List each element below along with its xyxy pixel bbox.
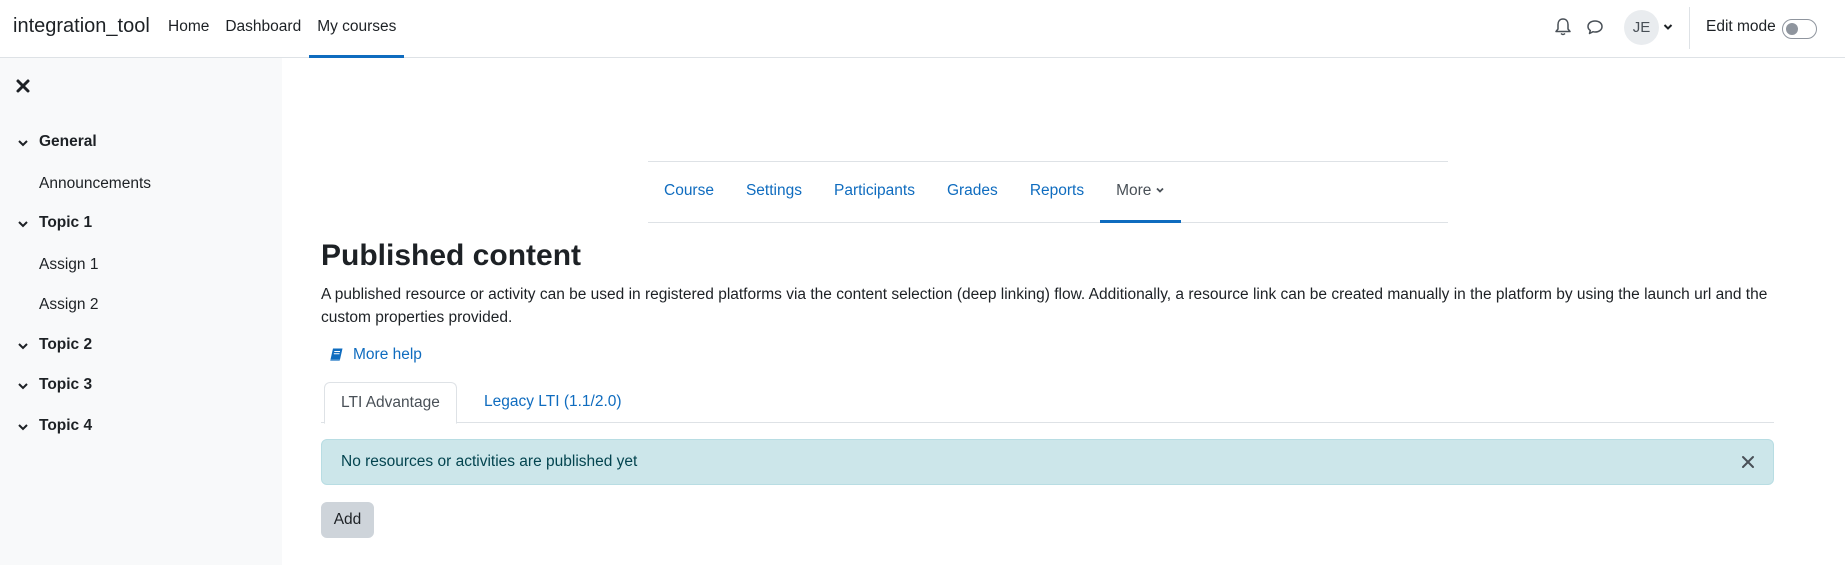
lti-version-tabs: LTI Advantage Legacy LTI (1.1/2.0): [321, 382, 1774, 424]
nav-home[interactable]: Home: [160, 0, 217, 58]
course-secondary-navigation: Course Settings Participants Grades Repo…: [648, 161, 1448, 223]
secnav-more-dropdown[interactable]: More: [1100, 162, 1182, 223]
site-name[interactable]: integration_tool: [13, 15, 150, 38]
course-section-topic-1[interactable]: Topic 1: [0, 207, 282, 241]
course-section-general[interactable]: General: [0, 126, 282, 160]
secnav-reports[interactable]: Reports: [1014, 162, 1100, 223]
course-index-drawer: General Announcements Topic 1 Assign 1 A…: [0, 58, 282, 565]
activity-link-assign-1[interactable]: Assign 1: [39, 256, 98, 274]
secnav-more-label: More: [1116, 182, 1152, 199]
course-section-topic-3[interactable]: Topic 3: [0, 369, 282, 403]
user-avatar[interactable]: JE: [1624, 10, 1659, 45]
nav-dashboard[interactable]: Dashboard: [217, 0, 309, 58]
bell-icon[interactable]: [1554, 17, 1572, 37]
chevron-down-icon[interactable]: [17, 340, 29, 352]
secnav-settings[interactable]: Settings: [730, 162, 818, 223]
tab-legacy-lti[interactable]: Legacy LTI (1.1/2.0): [468, 382, 638, 424]
page-title: Published content: [321, 239, 582, 272]
section-title[interactable]: Topic 3: [39, 376, 92, 394]
activity-link-announcements[interactable]: Announcements: [39, 175, 151, 193]
secnav-course[interactable]: Course: [648, 162, 730, 223]
toggle-knob: [1786, 23, 1798, 35]
navbar-divider: [1689, 7, 1690, 49]
nav-my-courses[interactable]: My courses: [309, 0, 405, 58]
edit-mode-toggle[interactable]: [1782, 19, 1817, 39]
alert-message: No resources or activities are published…: [341, 453, 638, 470]
close-icon[interactable]: [1741, 455, 1755, 469]
chevron-down-icon[interactable]: [17, 421, 29, 433]
chevron-down-icon: [1155, 185, 1165, 195]
more-help-label: More help: [353, 346, 422, 363]
section-title[interactable]: Topic 1: [39, 214, 92, 232]
activity-link-assign-2[interactable]: Assign 2: [39, 296, 98, 314]
close-icon[interactable]: [15, 78, 31, 94]
secnav-participants[interactable]: Participants: [818, 162, 931, 223]
tab-lti-advantage[interactable]: LTI Advantage: [324, 382, 457, 424]
chat-icon[interactable]: [1586, 18, 1604, 36]
book-icon: [329, 347, 344, 362]
add-button[interactable]: Add: [321, 502, 374, 538]
course-section-topic-4[interactable]: Topic 4: [0, 410, 282, 444]
page-description: A published resource or activity can be …: [321, 286, 1768, 326]
secnav-grades[interactable]: Grades: [931, 162, 1014, 223]
chevron-down-icon[interactable]: [17, 218, 29, 230]
edit-mode-label: Edit mode: [1706, 18, 1776, 35]
top-navbar: integration_tool Home Dashboard My cours…: [0, 0, 1845, 58]
chevron-down-icon[interactable]: [17, 380, 29, 392]
course-section-topic-2[interactable]: Topic 2: [0, 329, 282, 363]
section-title[interactable]: Topic 2: [39, 336, 92, 354]
info-alert: No resources or activities are published…: [321, 439, 1774, 485]
primary-navigation: Home Dashboard My courses: [160, 0, 405, 58]
section-title[interactable]: General: [39, 133, 97, 151]
chevron-down-icon[interactable]: [1662, 21, 1674, 33]
chevron-down-icon[interactable]: [17, 137, 29, 149]
section-title[interactable]: Topic 4: [39, 417, 92, 435]
